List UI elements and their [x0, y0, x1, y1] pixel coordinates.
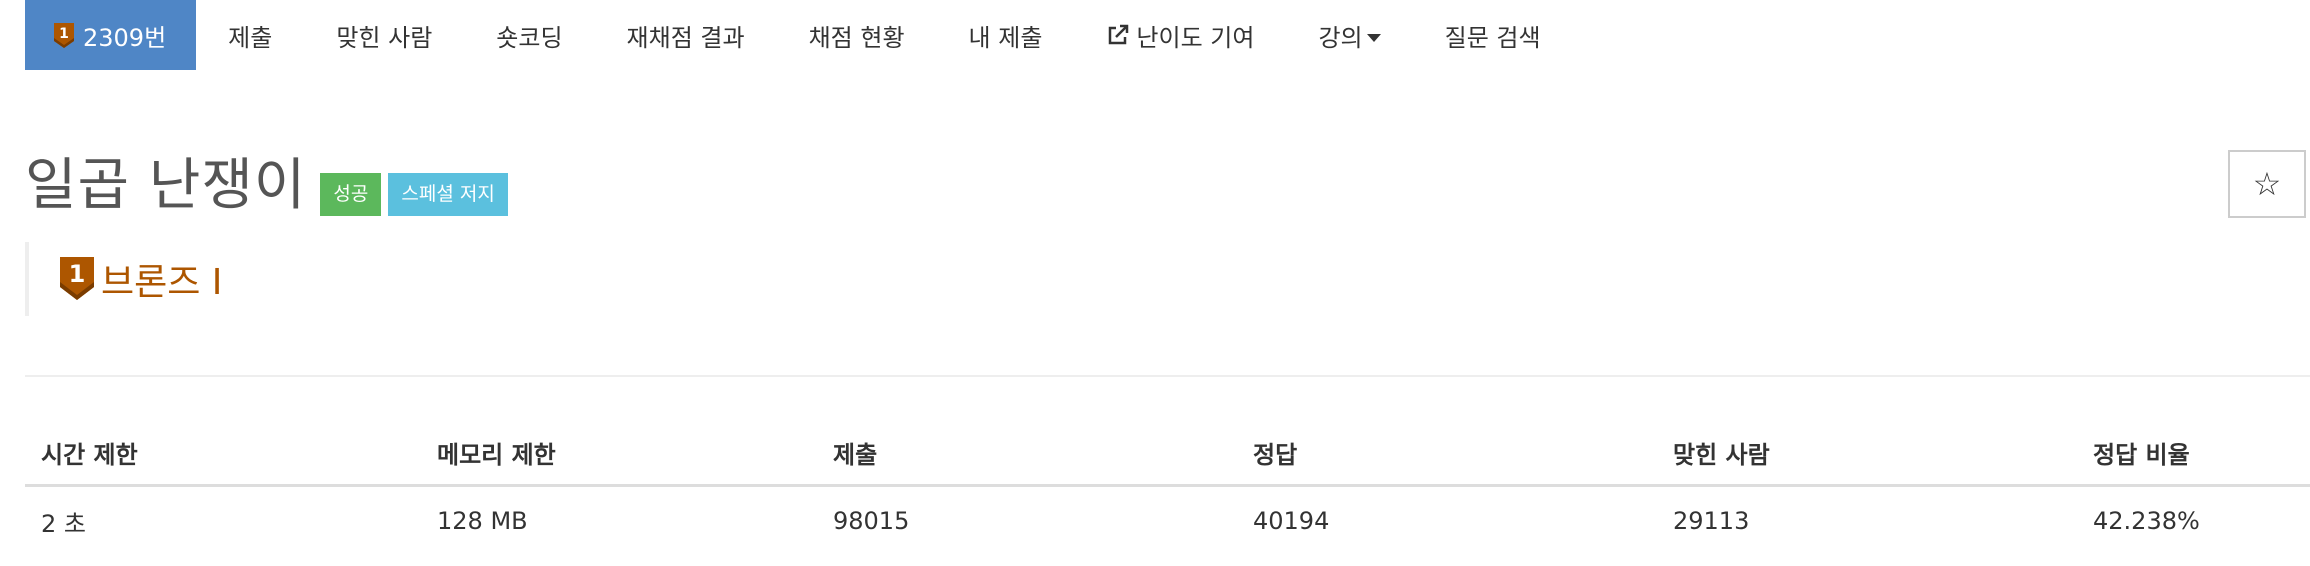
- favorite-star-button[interactable]: ☆: [2228, 150, 2306, 218]
- divider: [25, 375, 2310, 377]
- tab-lectures-dropdown[interactable]: 강의: [1286, 0, 1412, 70]
- tab-solved-users-label: 맞힌 사람: [336, 23, 433, 52]
- tier-label[interactable]: 브론즈 I: [101, 253, 222, 305]
- table-header-row: 시간 제한 메모리 제한 제출 정답 맞힌 사람 정답 비율: [25, 420, 2310, 487]
- bronze-tier-icon: 1: [60, 257, 94, 300]
- svg-text:1: 1: [59, 26, 69, 42]
- tab-question-search[interactable]: 질문 검색: [1413, 0, 1573, 70]
- table-row: 2 초 128 MB 98015 40194 29113 42.238%: [25, 486, 2310, 556]
- tab-submit-label: 제출: [228, 23, 273, 52]
- header-submissions: 제출: [817, 420, 1237, 487]
- tab-short-coding[interactable]: 숏코딩: [464, 0, 594, 70]
- tab-lectures-label: 강의: [1318, 23, 1363, 52]
- problem-page: 1 2309번 제출 맞힌 사람 숏코딩 재채점 결과 채점 현황 내 제출 난…: [0, 0, 2310, 566]
- caret-down-icon: [1366, 34, 1381, 42]
- tab-rejudge-result[interactable]: 재채점 결과: [595, 0, 777, 70]
- header-memory-limit: 메모리 제한: [421, 420, 817, 487]
- header-time-limit: 시간 제한: [25, 420, 421, 487]
- value-time-limit: 2 초: [41, 509, 86, 538]
- tab-problem-label: 2309번: [83, 23, 167, 52]
- tab-judge-status-label: 채점 현황: [808, 23, 905, 52]
- problem-tier: 1 브론즈 I: [25, 242, 222, 316]
- status-badge-success[interactable]: 성공: [320, 172, 382, 216]
- problem-menu: 1 2309번 제출 맞힌 사람 숏코딩 재채점 결과 채점 현황 내 제출 난…: [25, 0, 1573, 70]
- special-judge-badge[interactable]: 스페셜 저지: [388, 172, 508, 216]
- problem-info-table: 시간 제한 메모리 제한 제출 정답 맞힌 사람 정답 비율 2 초 128 M…: [25, 420, 2310, 555]
- problem-title-row: 일곱 난쟁이 성공 스페셜 저지: [25, 148, 515, 224]
- tab-rejudge-result-label: 재채점 결과: [626, 23, 745, 52]
- header-accept-ratio: 정답 비율: [2077, 420, 2310, 487]
- tab-my-submissions-label: 내 제출: [968, 23, 1043, 52]
- svg-text:1: 1: [69, 260, 86, 288]
- tab-my-submissions[interactable]: 내 제출: [937, 0, 1075, 70]
- external-link-icon: [1109, 24, 1129, 45]
- tab-short-coding-label: 숏코딩: [496, 23, 563, 52]
- tab-question-search-label: 질문 검색: [1444, 23, 1541, 52]
- value-memory-limit: 128 MB: [437, 507, 528, 535]
- value-accepted: 40194: [1253, 507, 1330, 535]
- tab-problem[interactable]: 1 2309번: [25, 0, 197, 70]
- problem-title: 일곱 난쟁이: [25, 153, 307, 218]
- value-accept-ratio: 42.238%: [2093, 507, 2200, 535]
- header-accepted: 정답: [1237, 420, 1657, 487]
- value-submissions: 98015: [833, 507, 910, 535]
- tab-submit[interactable]: 제출: [196, 0, 304, 70]
- tab-judge-status[interactable]: 채점 현황: [777, 0, 937, 70]
- tab-solved-users[interactable]: 맞힌 사람: [304, 0, 464, 70]
- tab-difficulty-contribution-label: 난이도 기여: [1136, 23, 1255, 52]
- bronze-tier-icon: 1: [54, 23, 74, 48]
- value-solved-users: 29113: [1673, 507, 1750, 535]
- star-icon: ☆: [2252, 165, 2282, 203]
- header-solved-users: 맞힌 사람: [1657, 420, 2077, 487]
- tab-difficulty-contribution[interactable]: 난이도 기여: [1074, 0, 1286, 70]
